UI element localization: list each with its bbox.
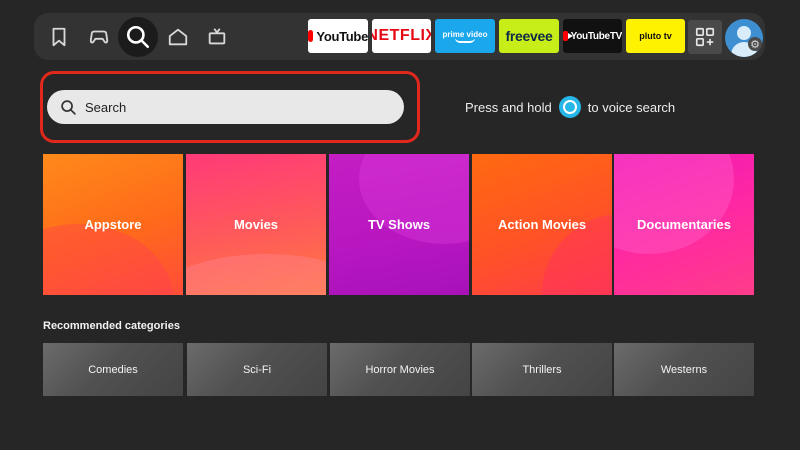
recommended-category-westerns[interactable]: Westerns: [614, 343, 754, 396]
category-label: Action Movies: [497, 217, 587, 232]
app-tile-netflix[interactable]: NETFLIX: [372, 19, 431, 53]
bookmark-icon[interactable]: [39, 17, 79, 57]
gamepad-icon[interactable]: [79, 17, 119, 57]
search-icon: [61, 99, 76, 115]
app-tile-prime-video[interactable]: prime video: [435, 19, 495, 53]
youtube-tv-play-icon: [563, 31, 573, 41]
category-tile-tv-shows[interactable]: TV Shows: [329, 154, 469, 295]
tile-decoration: [186, 254, 326, 295]
youtube-play-icon: [308, 30, 322, 42]
search-placeholder: Search: [85, 99, 127, 115]
recommended-category-thrillers[interactable]: Thrillers: [472, 343, 612, 396]
search-icon[interactable]: [118, 17, 158, 57]
app-label: YouTubeTV: [570, 30, 622, 42]
category-tile-movies[interactable]: Movies: [186, 154, 326, 295]
recommended-category-comedies[interactable]: Comedies: [43, 343, 183, 396]
app-label: NETFLIX: [372, 27, 431, 44]
voice-hint-text: Press and hold: [465, 99, 552, 115]
category-tile-documentaries[interactable]: Documentaries: [614, 154, 754, 295]
tv-icon[interactable]: [197, 17, 237, 57]
recommended-category-sci-fi[interactable]: Sci-Fi: [187, 343, 327, 396]
home-icon[interactable]: [158, 17, 198, 57]
all-apps-icon[interactable]: [688, 20, 722, 54]
recommended-label: Westerns: [660, 363, 708, 376]
app-tile-freevee[interactable]: freevee: [499, 19, 559, 53]
app-label: pluto tv: [639, 31, 672, 41]
app-tile-youtube-tv[interactable]: YouTubeTV: [563, 19, 622, 53]
category-tile-action-movies[interactable]: Action Movies: [472, 154, 612, 295]
voice-search-hint: Press and hold to voice search: [465, 96, 675, 118]
search-input[interactable]: Search: [47, 90, 404, 124]
alexa-icon: [558, 96, 581, 118]
category-label: Movies: [233, 217, 279, 232]
recommended-label: Thrillers: [522, 363, 562, 376]
app-tile-youtube[interactable]: YouTube: [308, 19, 368, 53]
app-label: YouTube: [316, 28, 368, 44]
category-label: Appstore: [84, 217, 142, 232]
recommended-category-horror-movies[interactable]: Horror Movies: [330, 343, 470, 396]
category-tile-appstore[interactable]: Appstore: [43, 154, 183, 295]
app-label: freevee: [505, 28, 553, 44]
category-label: Documentaries: [637, 217, 731, 232]
recommended-label: Comedies: [88, 363, 138, 376]
voice-hint-text: to voice search: [587, 99, 676, 115]
recommended-label: Horror Movies: [365, 363, 435, 376]
tile-decoration: [614, 154, 734, 254]
recommended-categories-heading: Recommended categories: [43, 320, 180, 332]
top-nav-bar: YouTube NETFLIX prime video freevee YouT…: [34, 13, 765, 60]
category-label: TV Shows: [367, 217, 431, 232]
avatar-head: [737, 26, 751, 40]
recommended-label: Sci-Fi: [242, 363, 272, 376]
app-tile-pluto-tv[interactable]: pluto tv: [626, 19, 685, 53]
tile-decoration: [43, 224, 173, 295]
prime-smile-icon: [455, 38, 475, 43]
gear-icon[interactable]: ⚙: [748, 37, 762, 51]
